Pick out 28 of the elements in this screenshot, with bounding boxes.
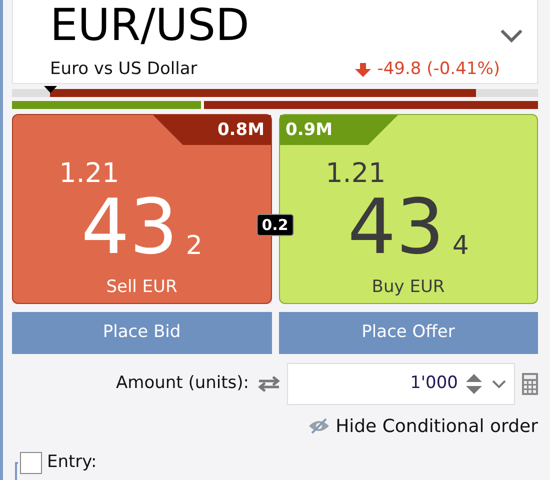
instrument-title: EUR/USD: [50, 1, 250, 51]
big-figure: 1.21: [59, 159, 120, 189]
eye-slash-icon[interactable]: [308, 418, 330, 434]
big-figure: 1.21: [326, 159, 387, 189]
calculator-icon[interactable]: [522, 373, 538, 395]
amount-label: Amount (units):: [116, 372, 249, 396]
amount-field[interactable]: 1'000: [287, 363, 515, 405]
spread-badge: 0.2: [256, 214, 294, 236]
swap-icon[interactable]: [257, 376, 281, 392]
instrument-description: Euro vs US Dollar: [50, 58, 198, 81]
hide-conditional-link[interactable]: Hide Conditional order: [336, 412, 538, 440]
price-change: -49.8 (-0.41%): [377, 58, 500, 81]
pips: 43: [348, 189, 444, 265]
down-arrow-icon: [355, 62, 372, 77]
fractional-pip: 4: [452, 231, 469, 261]
pips: 43: [81, 189, 178, 265]
action-label: Sell EUR: [106, 276, 178, 298]
marker-icon: [44, 86, 57, 93]
volume-label: 0.9M: [286, 119, 333, 141]
fractional-pip: 2: [186, 231, 202, 261]
spinner-icon[interactable]: [464, 371, 484, 397]
entry-checkbox[interactable]: [20, 452, 42, 474]
chevron-down-icon[interactable]: [500, 28, 523, 44]
chevron-down-icon[interactable]: [492, 379, 506, 389]
entry-label: Entry:: [47, 451, 97, 474]
bracket-line: [15, 462, 18, 480]
volume-label: 0.8M: [217, 119, 264, 141]
action-label: Buy EUR: [372, 276, 445, 298]
